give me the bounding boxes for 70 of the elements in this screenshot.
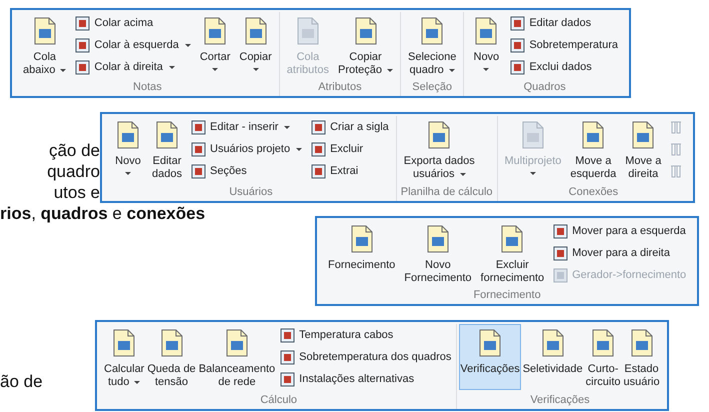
ribbon-button[interactable]: Calcular tudo: [103, 324, 146, 390]
body-text: quadro: [46, 161, 100, 182]
body-text: ão de: [0, 372, 43, 392]
caret-icon: [134, 381, 140, 384]
ribbon-button[interactable]: Sobretemperatura: [507, 36, 622, 54]
ribbon-button[interactable]: Cortar: [196, 12, 234, 78]
ribbon-button[interactable]: Mover para a direita: [550, 244, 690, 262]
group-label: Seleção: [411, 80, 454, 95]
ribbon-button[interactable]: Copiar Proteção: [334, 12, 396, 78]
connector-icon: [669, 120, 684, 134]
ribbon-button[interactable]: Selecione quadro: [405, 12, 460, 78]
ribbon-button[interactable]: Seções: [188, 162, 306, 180]
connector-icon: [669, 142, 684, 156]
ribbon-button[interactable]: Seletividade: [522, 324, 584, 390]
caret-icon: [212, 68, 218, 71]
caret-icon: [460, 173, 466, 176]
ribbon-button[interactable]: Editar dados: [507, 14, 622, 32]
ribbon-button[interactable]: Novo Fornecimento: [401, 220, 475, 286]
caret-icon: [125, 172, 131, 175]
ribbon-button[interactable]: Instalações alternativas: [277, 370, 454, 388]
ribbon-button[interactable]: Temperatura cabos: [277, 326, 454, 344]
group-label: Atributos: [317, 80, 363, 95]
caret-icon: [184, 44, 191, 46]
ribbon-button[interactable]: Estado usuário: [622, 324, 661, 390]
ribbon-button[interactable]: Editar dados: [149, 116, 185, 182]
ribbon-button[interactable]: Sobretemperatura dos quadros: [277, 348, 454, 366]
ribbon-button[interactable]: Excluir: [308, 140, 392, 158]
ribbon-button[interactable]: Verificações: [459, 324, 521, 390]
ribbon-button[interactable]: Excluir fornecimento: [478, 220, 548, 286]
ribbon-button[interactable]: Fornecimento: [325, 220, 398, 286]
group-label: Verificações: [529, 393, 591, 408]
ribbon-button[interactable]: Queda de tensão: [146, 324, 197, 390]
caret-icon: [252, 68, 259, 71]
ribbon-button[interactable]: Criar a sigla: [308, 118, 392, 136]
caret-icon: [530, 172, 536, 175]
ribbon-button[interactable]: Editar - inserir: [188, 118, 306, 136]
ribbon-button[interactable]: Balanceamento de rede: [198, 324, 276, 390]
body-text: rios, quadros e conexões: [0, 203, 206, 224]
group-label: Conexões: [568, 185, 620, 200]
ribbon-button[interactable]: Mover para a esquerda: [550, 222, 690, 240]
ribbon-button[interactable]: Copiar: [236, 12, 275, 78]
ribbon-button[interactable]: Colar acima: [72, 14, 194, 32]
caret-icon: [168, 66, 175, 68]
caret-icon: [296, 148, 302, 150]
caret-icon: [387, 69, 394, 72]
group-label: Fornecimento: [472, 288, 542, 303]
ribbon-button[interactable]: Colar à direita: [72, 58, 194, 76]
caret-icon: [284, 126, 290, 128]
ribbon-button[interactable]: Extrai: [308, 162, 392, 180]
group-label: Usuários: [228, 185, 274, 200]
caret-icon: [60, 69, 66, 72]
body-text: utos e: [52, 182, 100, 203]
group-label: Quadros: [522, 80, 567, 95]
group-label: Cálculo: [259, 393, 298, 408]
ribbon-button[interactable]: Novo: [468, 12, 504, 78]
ribbon-button[interactable]: Novo: [110, 116, 146, 182]
ribbon-button[interactable]: Cola abaixo: [20, 12, 70, 78]
caret-icon: [483, 68, 490, 71]
ribbon-button[interactable]: Move a esquerda: [567, 116, 620, 182]
ribbon-button[interactable]: Exporta dados usuários: [400, 116, 478, 182]
ribbon-button[interactable]: Exclui dados: [507, 58, 622, 76]
ribbon-button[interactable]: Usuários projeto: [188, 140, 306, 158]
connector-icon: [669, 164, 684, 178]
caret-icon: [448, 69, 455, 72]
body-text: ção de: [48, 140, 100, 161]
group-label: Planilha de cálculo: [400, 185, 493, 200]
group-label: Notas: [132, 80, 163, 95]
ribbon-button[interactable]: Curto- circuito: [584, 324, 622, 390]
ribbon-button[interactable]: Colar à esquerda: [72, 36, 194, 54]
ribbon-button[interactable]: Move a direita: [622, 116, 664, 182]
